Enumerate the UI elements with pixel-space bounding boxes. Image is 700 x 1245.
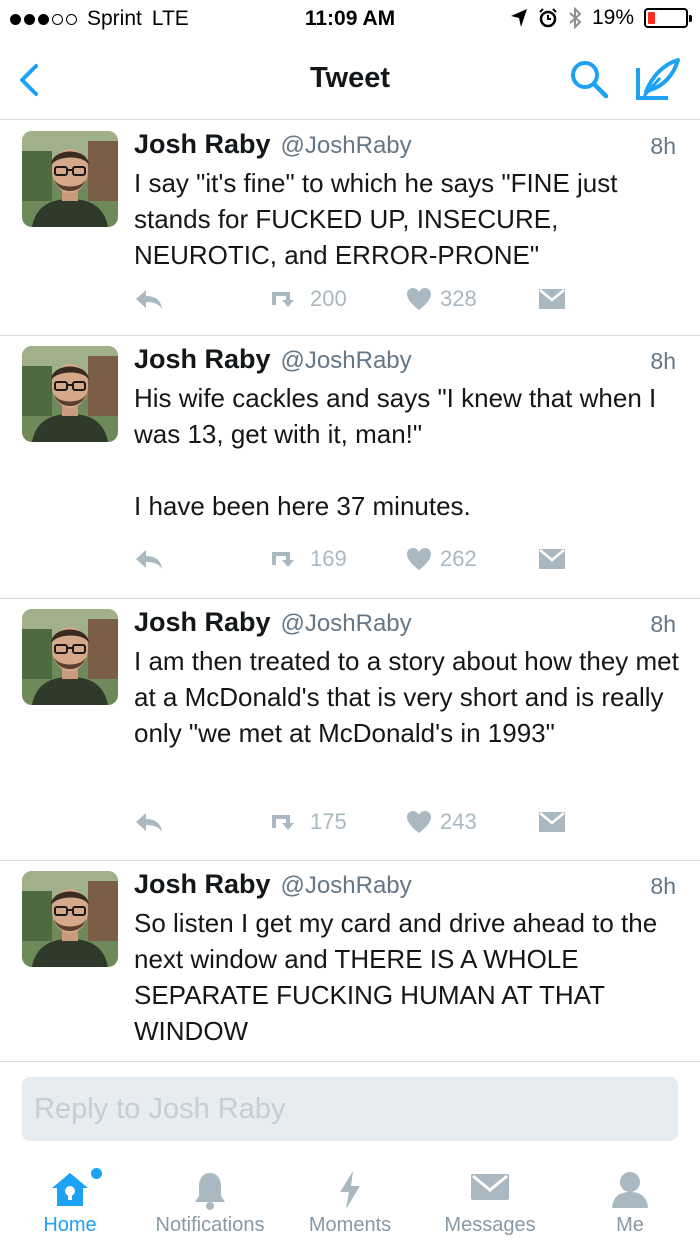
tweet-body: Josh Raby @JoshRaby 8h I am then treated to… xyxy=(134,607,680,751)
tweet[interactable]: Josh Raby @JoshRaby 8h So listen I get my c… xyxy=(0,861,700,1061)
avatar[interactable] xyxy=(22,131,118,227)
reply-icon xyxy=(136,813,162,832)
tab-messages-label: Messages xyxy=(444,1214,536,1236)
tab-me[interactable]: Me xyxy=(560,1156,700,1245)
retweet-count: 169 xyxy=(310,546,347,571)
tab-moments-label: Moments xyxy=(308,1214,392,1236)
author-name[interactable]: Josh Raby xyxy=(134,869,271,900)
retweet-button[interactable]: 175 xyxy=(266,809,396,835)
tweet-list: Josh Raby @JoshRaby 8h I say "it's fine" to… xyxy=(0,121,700,1061)
reply-icon xyxy=(136,550,162,569)
alarm-icon xyxy=(539,8,557,28)
tweet-text: I say "it's fine" to which he says "FINE… xyxy=(134,168,618,270)
tab-notifications[interactable]: Notifications xyxy=(140,1156,280,1245)
tweet-actions: 200 328 xyxy=(134,286,566,312)
tweet-header: Josh Raby @JoshRaby xyxy=(134,129,680,165)
retweet-button[interactable]: 200 xyxy=(266,286,396,312)
battery-level xyxy=(648,12,655,24)
heart-icon xyxy=(407,811,431,833)
retweet-button[interactable]: 169 xyxy=(266,546,396,572)
author-name[interactable]: Josh Raby xyxy=(134,607,271,638)
tweet-body: Josh Raby @JoshRaby 8h I say "it's fine" to… xyxy=(134,129,680,273)
like-button[interactable]: 262 xyxy=(406,546,536,572)
tweet-timestamp: 8h xyxy=(650,133,676,159)
home-icon xyxy=(52,1173,88,1206)
like-button[interactable]: 328 xyxy=(406,286,536,312)
tweet-body: Josh Raby @JoshRaby 8h So listen I get my c… xyxy=(134,869,680,1049)
reply-input[interactable] xyxy=(22,1077,678,1141)
tweet-text: I am then treated to a story about how t… xyxy=(134,646,679,748)
unread-indicator xyxy=(91,1168,102,1179)
direct-message-button[interactable] xyxy=(538,810,566,834)
author-name[interactable]: Josh Raby xyxy=(134,344,271,375)
retweet-count: 175 xyxy=(310,809,347,834)
lightning-icon xyxy=(340,1171,360,1209)
direct-message-icon xyxy=(539,289,565,309)
author-handle[interactable]: @JoshRaby xyxy=(281,872,412,900)
bell-icon xyxy=(195,1173,225,1210)
author-name[interactable]: Josh Raby xyxy=(134,129,271,160)
location-icon xyxy=(510,9,527,27)
retweet-icon xyxy=(272,552,294,567)
tweet-timestamp: 8h xyxy=(650,348,676,374)
like-count: 328 xyxy=(440,286,477,311)
author-handle[interactable]: @JoshRaby xyxy=(281,347,412,375)
status-bar: Sprint LTE 11:09 AM 19% xyxy=(0,0,700,40)
bluetooth-icon xyxy=(569,7,582,29)
retweet-count: 200 xyxy=(310,286,347,311)
tab-notifications-label: Notifications xyxy=(155,1214,265,1236)
tab-me-label: Me xyxy=(616,1214,644,1236)
direct-message-button[interactable] xyxy=(538,287,566,311)
tab-messages[interactable]: Messages xyxy=(420,1156,560,1245)
tab-bar: Home Notifications Moments Messages Me xyxy=(0,1156,700,1245)
tab-home[interactable]: Home xyxy=(0,1156,140,1245)
avatar[interactable] xyxy=(22,609,118,705)
reply-button[interactable] xyxy=(134,548,174,570)
status-right: 19% xyxy=(510,6,692,30)
reply-bar xyxy=(0,1061,700,1156)
heart-icon xyxy=(407,548,431,570)
like-button[interactable]: 243 xyxy=(406,809,536,835)
avatar[interactable] xyxy=(22,871,118,967)
direct-message-icon xyxy=(539,812,565,832)
reply-button[interactable] xyxy=(134,811,174,833)
compose-icon[interactable] xyxy=(634,56,682,102)
tweet-header: Josh Raby @JoshRaby xyxy=(134,344,680,380)
tweet-body: Josh Raby @JoshRaby 8h His wife cackles and… xyxy=(134,344,680,524)
heart-icon xyxy=(407,288,431,310)
like-count: 243 xyxy=(440,809,477,834)
reply-button[interactable] xyxy=(134,288,174,310)
tweet-timestamp: 8h xyxy=(650,873,676,899)
tweet-header: Josh Raby @JoshRaby xyxy=(134,869,680,905)
retweet-icon xyxy=(272,815,294,830)
tweet[interactable]: Josh Raby @JoshRaby 8h I say "it's fine" to… xyxy=(0,121,700,336)
battery-percent: 19% xyxy=(591,6,634,29)
direct-message-button[interactable] xyxy=(538,547,566,571)
tab-moments[interactable]: Moments xyxy=(280,1156,420,1245)
tweet-actions: 169 262 xyxy=(134,546,566,572)
battery-icon xyxy=(644,8,692,28)
retweet-icon xyxy=(272,292,294,307)
tweet-header: Josh Raby @JoshRaby xyxy=(134,607,680,643)
author-handle[interactable]: @JoshRaby xyxy=(281,610,412,638)
nav-bar: Tweet xyxy=(0,40,700,120)
direct-message-icon xyxy=(539,549,565,569)
reply-icon xyxy=(136,290,162,309)
search-icon[interactable] xyxy=(568,58,610,100)
tweet[interactable]: Josh Raby @JoshRaby 8h I am then treated to… xyxy=(0,599,700,861)
tweet-actions: 175 243 xyxy=(134,809,566,835)
person-icon xyxy=(612,1172,648,1208)
avatar[interactable] xyxy=(22,346,118,442)
like-count: 262 xyxy=(440,546,477,571)
tweet-text: His wife cackles and says "I knew that w… xyxy=(134,383,657,521)
tweet-text: So listen I get my card and drive ahead … xyxy=(134,908,658,1046)
tweet[interactable]: Josh Raby @JoshRaby 8h His wife cackles and… xyxy=(0,336,700,599)
tweet-timestamp: 8h xyxy=(650,611,676,637)
tab-home-label: Home xyxy=(43,1214,97,1236)
author-handle[interactable]: @JoshRaby xyxy=(281,132,412,160)
envelope-icon xyxy=(471,1174,509,1200)
